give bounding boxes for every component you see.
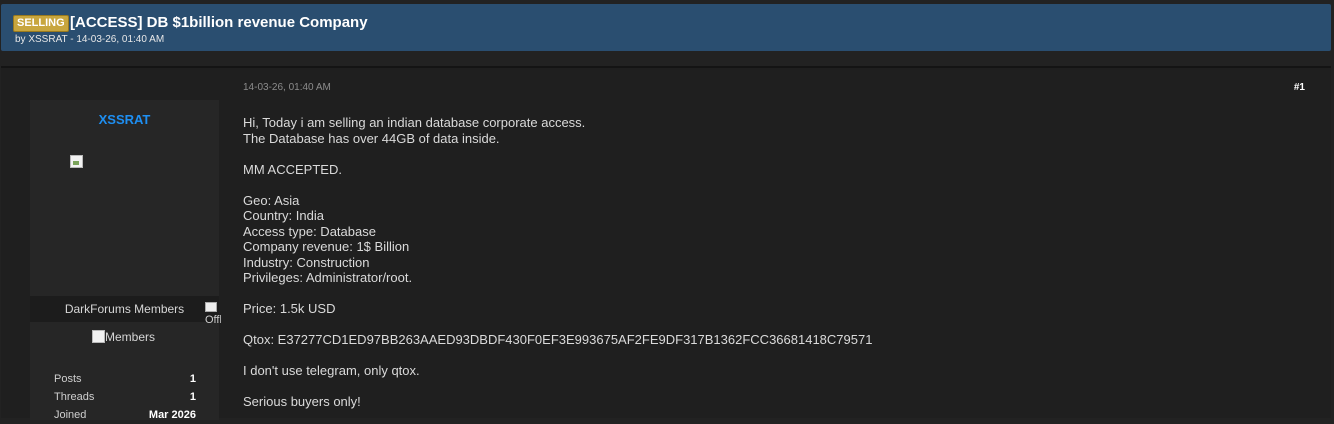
stat-label: Posts <box>54 373 82 385</box>
post-body-line: Industry: Construction <box>243 254 370 270</box>
author-panel: XSSRAT DarkForums Members Members Posts … <box>30 100 221 421</box>
post: XSSRAT DarkForums Members Members Posts … <box>1 66 1331 421</box>
post-body-line: I don't use telegram, only qtox. <box>243 363 420 378</box>
thread-title[interactable]: [ACCESS] DB $1billion revenue Company <box>70 14 368 31</box>
post-body-line: Price: 1.5k USD <box>243 301 336 316</box>
post-body-line: Geo: Asia <box>243 192 300 208</box>
stat-label: Joined <box>54 409 87 421</box>
post-body: Hi, Today i am selling an indian databas… <box>243 115 1303 410</box>
post-body-line: The Database has over 44GB of data insid… <box>243 130 500 146</box>
author-username[interactable]: XSSRAT <box>30 112 219 127</box>
post-body-spacer <box>243 146 1303 162</box>
author-stats: Posts 1 Threads 1 Joined Mar 2026 <box>54 370 196 424</box>
post-permalink[interactable]: #1 <box>1294 82 1305 93</box>
post-body-line: Serious buyers only! <box>243 394 361 409</box>
offline-status-icon <box>205 302 217 312</box>
post-date: 14-03-26, 01:40 AM <box>243 82 331 93</box>
stat-row-threads: Threads 1 <box>54 388 196 406</box>
thread-byline: by XSSRAT - 14-03-26, 01:40 AM <box>15 34 165 45</box>
group-image: Members <box>92 330 155 344</box>
post-body-line: Privileges: Administrator/root. <box>243 270 413 285</box>
post-body-line: MM ACCEPTED. <box>243 161 342 177</box>
stat-value: 1 <box>189 373 196 385</box>
avatar[interactable] <box>70 155 83 168</box>
offline-status: Offline <box>205 302 221 326</box>
stat-row-joined: Joined Mar 2026 <box>54 406 196 424</box>
post-body-spacer <box>243 348 1303 364</box>
offline-status-alt: Offline <box>205 314 221 326</box>
group-image-alt: Members <box>105 330 156 344</box>
post-body-line: Qtox: E37277CD1ED97BB263AAED93DBDF430F0E… <box>243 332 873 347</box>
post-body-line: Company revenue: 1$ Billion <box>243 239 410 254</box>
post-body-spacer <box>243 177 1303 193</box>
post-body-line: Access type: Database <box>243 223 376 239</box>
post-body-line: Hi, Today i am selling an indian databas… <box>243 115 586 130</box>
post-body-spacer <box>243 286 1303 302</box>
stat-value: 1 <box>189 391 196 403</box>
stat-label: Threads <box>54 391 95 403</box>
stat-row-posts: Posts 1 <box>54 370 196 388</box>
post-body-line: Country: India <box>243 208 324 223</box>
post-body-spacer <box>243 379 1303 395</box>
broken-image-icon <box>92 330 105 343</box>
thread-header: SELLING [ACCESS] DB $1billion revenue Co… <box>1 4 1331 51</box>
author-usergroup: DarkForums Members <box>30 296 219 322</box>
post-body-spacer <box>243 317 1303 333</box>
stat-value: Mar 2026 <box>148 409 196 421</box>
selling-prefix-badge[interactable]: SELLING <box>13 15 69 32</box>
